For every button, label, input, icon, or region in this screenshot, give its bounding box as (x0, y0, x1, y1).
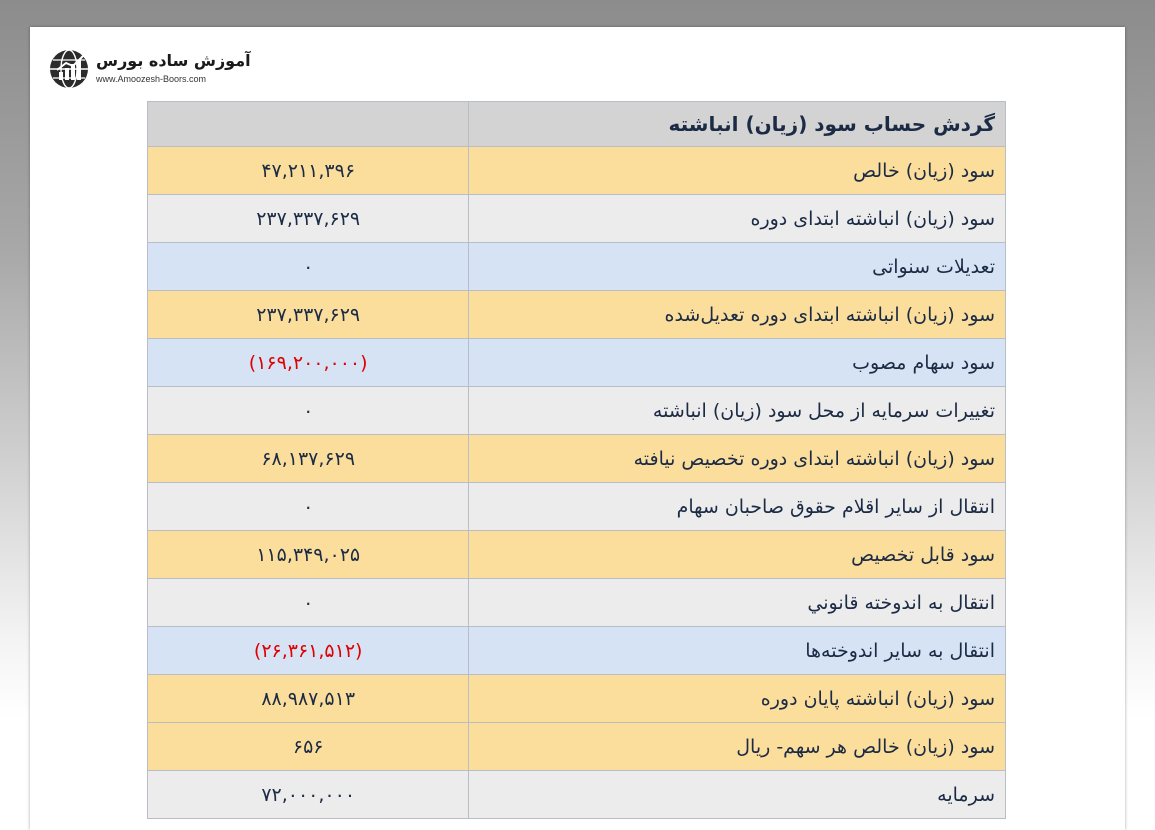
table-header-row: گردش حساب سود (زیان) انباشته (146, 101, 1006, 147)
row-value: ۲۳۷,۳۳۷,۶۲۹ (146, 290, 470, 339)
row-value: ۸۸,۹۸۷,۵۱۳ (146, 674, 470, 723)
table-row: ۰ انتقال به اندوخته قانوني (146, 578, 1006, 627)
row-label: سود (زیان) خالص هر سهم- ریال (468, 722, 1006, 771)
header-value-cell (146, 101, 470, 147)
table-row: ۲۳۷,۳۳۷,۶۲۹ سود (زیان) انباشته ابتدای دور… (146, 290, 1006, 339)
row-label: سود (زیان) خالص (468, 146, 1006, 195)
row-value: ۲۳۷,۳۳۷,۶۲۹ (146, 194, 470, 243)
table-row: ۶۵۶ سود (زیان) خالص هر سهم- ریال (146, 722, 1006, 771)
row-value: ۶۵۶ (146, 722, 470, 771)
site-logo[interactable]: آموزش ساده بورس www.Amoozesh-Boors.com (48, 47, 251, 95)
row-value: (۱۶۹,۲۰۰,۰۰۰) (146, 338, 470, 387)
row-label: انتقال به سایر اندوخته‌ها (468, 626, 1006, 675)
row-label: سود (زیان) انباشته ابتدای دوره (468, 194, 1006, 243)
table-row: ۰ انتقال از سایر اقلام حقوق صاحبان سهام (146, 482, 1006, 531)
logo-url: www.Amoozesh-Boors.com (96, 74, 207, 84)
row-value: (۲۶,۳۶۱,۵۱۲) (146, 626, 470, 675)
row-value: ۰ (146, 578, 470, 627)
row-label: انتقال از سایر اقلام حقوق صاحبان سهام (468, 482, 1006, 531)
globe-chart-icon (50, 49, 88, 89)
row-value: ۶۸,۱۳۷,۶۲۹ (146, 434, 470, 483)
table-row: ۶۸,۱۳۷,۶۲۹ سود (زیان) انباشته ابتدای دوره… (146, 434, 1006, 483)
row-value: ۱۱۵,۳۴۹,۰۲۵ (146, 530, 470, 579)
row-label: سرمایه (468, 770, 1006, 819)
table-row: ۸۸,۹۸۷,۵۱۳ سود (زیان) انباشته پایان دوره (146, 674, 1006, 723)
table-row: (۲۶,۳۶۱,۵۱۲) انتقال به سایر اندوخته‌ها (146, 626, 1006, 675)
row-value: ۰ (146, 482, 470, 531)
row-label: تغییرات سرمایه از محل سود (زیان) انباشته (468, 386, 1006, 435)
row-label: سود قابل تخصیص (468, 530, 1006, 579)
row-label: سود (زیان) انباشته پایان دوره (468, 674, 1006, 723)
table-row: ۷۲,۰۰۰,۰۰۰ سرمایه (146, 770, 1006, 819)
row-label: سود سهام مصوب (468, 338, 1006, 387)
table-row: ۴۷,۲۱۱,۳۹۶ سود (زیان) خالص (146, 146, 1006, 195)
table-row: ۰ تغییرات سرمایه از محل سود (زیان) انباشت… (146, 386, 1006, 435)
table-title: گردش حساب سود (زیان) انباشته (468, 101, 1006, 147)
row-label: انتقال به اندوخته قانوني (468, 578, 1006, 627)
retained-earnings-table: گردش حساب سود (زیان) انباشته ۴۷,۲۱۱,۳۹۶ س… (146, 101, 1006, 819)
row-value: ۷۲,۰۰۰,۰۰۰ (146, 770, 470, 819)
logo-title: آموزش ساده بورس (96, 51, 251, 70)
row-label: سود (زیان) انباشته ابتدای دوره تعدیل‌شده (468, 290, 1006, 339)
table-row: ۰ تعدیلات سنواتی (146, 242, 1006, 291)
row-value: ۰ (146, 242, 470, 291)
row-label: سود (زیان) انباشته ابتدای دوره تخصیص نیا… (468, 434, 1006, 483)
table-row: (۱۶۹,۲۰۰,۰۰۰) سود سهام مصوب (146, 338, 1006, 387)
row-value: ۰ (146, 386, 470, 435)
row-label: تعدیلات سنواتی (468, 242, 1006, 291)
document-page: آموزش ساده بورس www.Amoozesh-Boors.com گ… (30, 27, 1125, 830)
table-row: ۲۳۷,۳۳۷,۶۲۹ سود (زیان) انباشته ابتدای دور… (146, 194, 1006, 243)
row-value: ۴۷,۲۱۱,۳۹۶ (146, 146, 470, 195)
table-row: ۱۱۵,۳۴۹,۰۲۵ سود قابل تخصیص (146, 530, 1006, 579)
